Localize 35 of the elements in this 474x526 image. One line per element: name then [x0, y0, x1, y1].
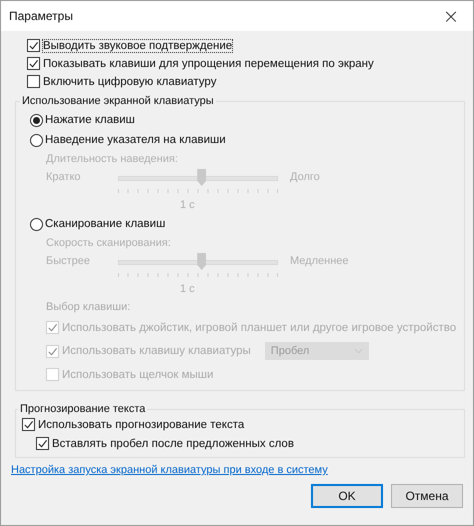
radio-button[interactable]: [30, 134, 43, 146]
checkbox[interactable]: [27, 57, 40, 70]
group-title: Прогнозирование текста: [19, 403, 146, 415]
dialog-button[interactable]: Отмена: [391, 484, 463, 508]
checkbox-label: Вставлять пробел после предложенных слов: [52, 438, 294, 450]
checkbox-label: Использовать щелчок мыши: [62, 368, 214, 380]
slider-min-label: Кратко: [46, 171, 82, 183]
checkbox[interactable]: [27, 39, 40, 52]
radio-label: Сканирование клавиш: [45, 218, 166, 230]
checkbox-label: Включить цифровую клавиатуру: [43, 76, 216, 88]
checkbox[interactable]: [27, 75, 40, 88]
close-button[interactable]: ×: [429, 1, 473, 31]
dialog-button[interactable]: OK: [311, 484, 383, 508]
setup-link[interactable]: Настройка запуска экранной клавиатуры при входе в систему: [11, 464, 465, 476]
slider-caption: Скорость сканирования:: [46, 237, 172, 249]
checkbox[interactable]: [22, 418, 35, 431]
slider-min-label: Быстрее: [46, 255, 92, 267]
checkbox-label: Выводить звуковое подтверждение: [43, 40, 232, 52]
checkbox-label: Использовать прогнозирование текста: [38, 418, 244, 430]
radio-label: Наведение указателя на клавиши: [45, 134, 226, 146]
slider-max-label: Долго: [290, 171, 320, 183]
checkbox-label: Использовать джойстик, игровой планшет или другое игровое устройство: [62, 322, 456, 334]
slider-value: 1 с: [180, 199, 196, 211]
slider-max-label: Медленнее: [290, 255, 349, 267]
window-title: Параметры: [9, 9, 73, 23]
radio-label: Нажатие клавиш: [45, 114, 135, 126]
section-label: Выбор клавиши:: [45, 301, 132, 313]
slider-caption: Длительность наведения:: [46, 153, 179, 165]
checkbox[interactable]: [36, 437, 49, 450]
group-title: Использование экранной клавиатуры: [21, 95, 215, 107]
checkbox-label: Показывать клавиши для упрощения перемещения по экрану: [43, 58, 374, 70]
radio-button[interactable]: [30, 218, 43, 230]
slider-value: 1 с: [180, 283, 196, 295]
radio-button[interactable]: [30, 114, 43, 126]
checkbox-label: Использовать клавишу клавиатуры: [62, 345, 251, 357]
